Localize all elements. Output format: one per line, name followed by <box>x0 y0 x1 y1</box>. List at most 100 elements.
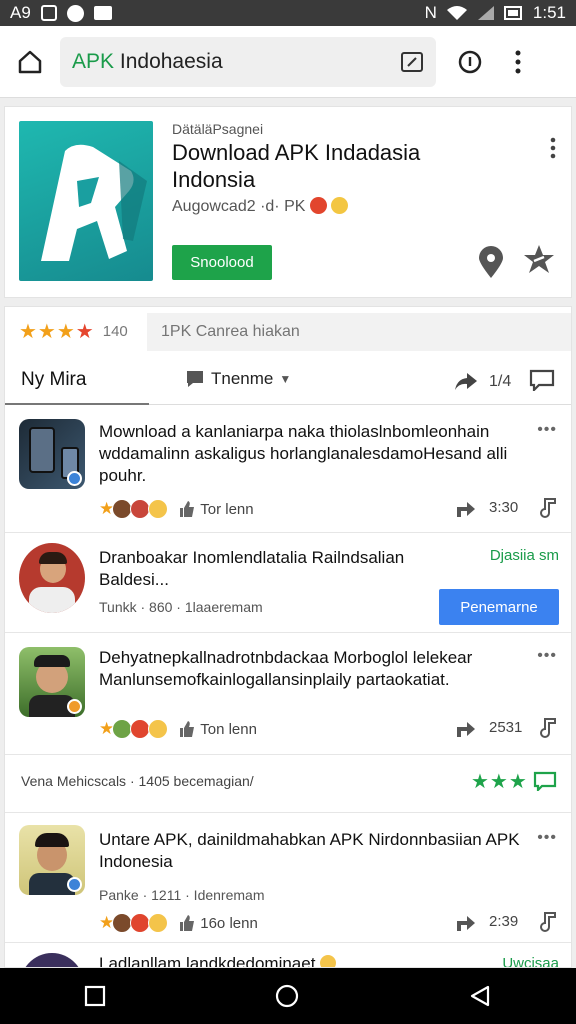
home-button[interactable] <box>0 32 60 92</box>
like-button[interactable]: 16o lenn <box>178 914 258 932</box>
app-developer: DätäläPsagnei <box>172 121 264 137</box>
video-icon <box>93 6 112 20</box>
message-icon[interactable] <box>533 771 557 791</box>
reaction-row: ★ Ton lenn <box>99 717 257 741</box>
post-item[interactable]: Untare APK, dainildmahabkan APK Nirdonnb… <box>5 813 571 943</box>
post-text: Dehyatnepkallnadrotnbdackaa Morboglol le… <box>99 648 473 689</box>
card-more-icon[interactable] <box>549 137 557 159</box>
smile-emoji-icon <box>331 197 349 214</box>
post-avatar <box>19 647 85 717</box>
recents-button[interactable] <box>84 985 106 1007</box>
app-logo[interactable] <box>19 121 153 281</box>
post-item[interactable]: Dranboakar Inomlendlatalia Railndsalian … <box>5 533 571 633</box>
status-bar: A9 N 1:51 <box>0 0 576 26</box>
share-count: 3:30 <box>489 499 519 516</box>
home-nav-button[interactable] <box>274 983 300 1009</box>
share-icon[interactable] <box>453 499 477 519</box>
verified-badge-icon <box>67 877 82 892</box>
battery-icon <box>503 6 522 20</box>
signal-icon <box>477 6 494 20</box>
rating-stars-icon: ★★★★ <box>19 320 95 343</box>
share-count: 1/4 <box>489 373 512 390</box>
post-more-icon[interactable]: ••• <box>537 647 557 665</box>
sad-emoji-icon <box>130 499 151 519</box>
dropdown-caret-icon: ▼ <box>279 372 292 386</box>
angry-emoji-icon <box>112 499 133 519</box>
messenger-icon <box>66 4 84 22</box>
post-item[interactable]: Mownload a kanlaniarpa naka thiolaslnbom… <box>5 407 571 533</box>
post-text: Untare APK, dainildmahabkan APK Nirdonnb… <box>99 830 520 871</box>
post-text: Dranboakar Inomlendlatalia Railndsalian … <box>99 548 405 589</box>
tab-my-mira[interactable]: Ny Mira <box>5 359 149 405</box>
rating-stars-icon: ★★★ <box>471 771 528 793</box>
back-button[interactable] <box>468 984 492 1008</box>
post-avatar <box>19 543 85 613</box>
reaction-row: ★ Tor lenn <box>99 497 254 521</box>
url-text: Indohaesia <box>119 49 223 73</box>
post-more-icon[interactable]: ••• <box>537 829 557 847</box>
section-header: Vena Mehicscals · 1405 becemagian/ ★★★ <box>5 755 571 813</box>
wifi-icon <box>446 6 467 20</box>
smile-emoji-icon <box>148 499 169 519</box>
feed-panel: ★★★★ 140 Ny Mira Tnenme ▼ 1/4 Mownload a… <box>4 306 572 968</box>
post-item[interactable]: Dehyatnepkallnadrotnbdackaa Morboglol le… <box>5 633 571 755</box>
post-status-label: Djasiia sm <box>489 547 559 564</box>
badge-icon <box>67 699 82 714</box>
tabs-icon[interactable] <box>400 51 424 73</box>
tab-comments[interactable]: Tnenme ▼ <box>185 369 291 389</box>
url-prefix: APK <box>72 49 115 73</box>
share-icon[interactable] <box>453 719 477 739</box>
browser-toolbar: APK Indohaesia <box>0 26 576 98</box>
music-note-icon[interactable] <box>537 497 557 519</box>
nfc-icon: N <box>424 3 437 22</box>
comment-input[interactable] <box>147 313 571 351</box>
reaction-row: ★ 16o lenn <box>99 911 258 935</box>
thumbs-up-icon <box>180 501 195 517</box>
post-meta: Panke · 1211 · Idenremam <box>99 887 265 903</box>
post-status-label: Uwcisaa <box>502 955 559 968</box>
post-action-button[interactable]: Penemarne <box>439 589 559 625</box>
status-time: 1:51 <box>532 3 566 22</box>
url-field[interactable]: APK Indohaesia <box>60 36 436 87</box>
post-more-icon[interactable]: ••• <box>537 421 557 439</box>
angry-emoji-icon <box>130 719 151 739</box>
bookmark-star-icon[interactable] <box>523 243 555 275</box>
post-avatar <box>19 825 85 895</box>
rating-count: 140 <box>102 322 128 340</box>
app-subtitle: Augowcad2 ·d· PK <box>172 197 349 216</box>
share-count: 2531 <box>489 719 523 736</box>
like-button[interactable]: Tor lenn <box>178 500 254 518</box>
system-nav-bar <box>0 968 576 1024</box>
post-avatar <box>19 953 85 967</box>
status-left-label: A9 <box>10 3 31 22</box>
message-icon[interactable] <box>529 369 555 391</box>
post-meta: Tunkk · 860 · 1laaeremam <box>99 599 263 615</box>
music-note-icon[interactable] <box>537 717 557 739</box>
post-thumbnail <box>19 419 85 489</box>
more-vert-icon <box>515 50 521 73</box>
install-button[interactable]: Snoolood <box>172 245 272 280</box>
share-icon[interactable] <box>453 913 477 933</box>
overflow-menu-button[interactable] <box>498 32 538 92</box>
thumbs-up-icon <box>180 915 195 931</box>
app-title: Download APK Indadasia Indonsia <box>172 140 421 192</box>
share-icon[interactable] <box>453 371 479 393</box>
notification-icon <box>40 5 57 21</box>
post-item[interactable]: Ladlanllam landkdedominaet Uwcisaa <box>5 943 571 968</box>
emoji-icon <box>320 955 337 967</box>
angry-emoji-icon <box>130 913 151 933</box>
post-text: Mownload a kanlaniarpa naka thiolaslnbom… <box>99 422 508 485</box>
info-icon <box>458 50 482 73</box>
angry-emoji-icon <box>112 913 133 933</box>
like-button[interactable]: Ton lenn <box>178 720 257 738</box>
verified-badge-icon <box>67 471 82 486</box>
page-info-button[interactable] <box>442 32 498 92</box>
tab-indicator <box>5 403 149 405</box>
tab-bar: Ny Mira Tnenme ▼ 1/4 <box>5 359 571 405</box>
smile-emoji-icon <box>148 719 169 739</box>
location-pin-icon[interactable] <box>477 245 505 279</box>
share-count: 2:39 <box>489 913 519 930</box>
comment-icon <box>187 371 203 387</box>
music-note-icon[interactable] <box>537 911 557 933</box>
post-text: Ladlanllam landkdedominaet <box>99 953 459 967</box>
